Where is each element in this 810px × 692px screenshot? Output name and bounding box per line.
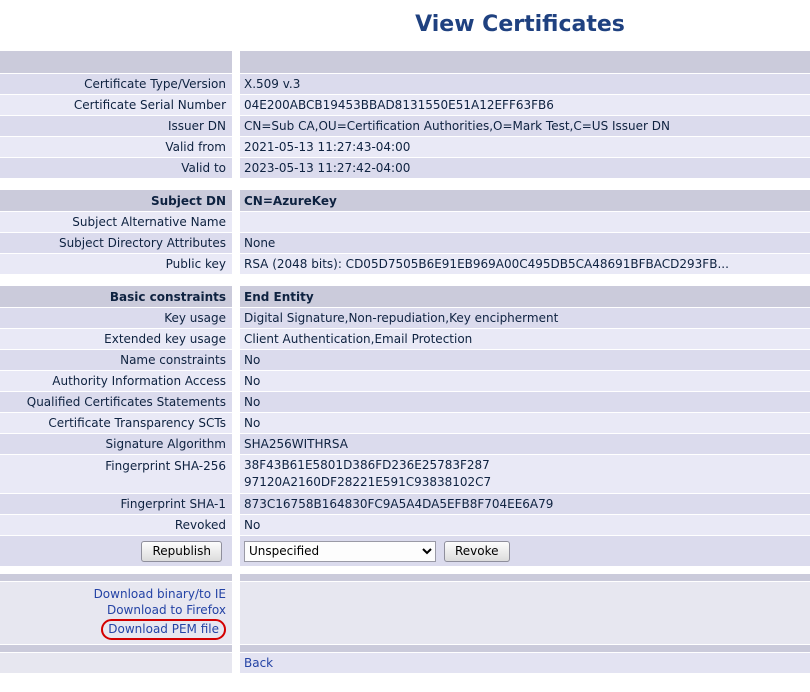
field-value (240, 212, 810, 232)
field-label: Basic constraints (0, 286, 232, 307)
field-label: Valid from (0, 137, 232, 157)
table-row: Certificate Type/Version X.509 v.3 (0, 74, 810, 94)
back-row: Back (0, 653, 810, 673)
field-label: Subject DN (0, 190, 232, 211)
table-row: Key usage Digital Signature,Non-repudiati… (0, 308, 810, 328)
table-header-band (0, 51, 810, 73)
table-row: Subject Alternative Name (0, 212, 810, 232)
field-label: Fingerprint SHA-1 (0, 494, 232, 514)
separator-row (0, 645, 810, 652)
section-header-row: Basic constraints End Entity (0, 286, 810, 307)
field-label: Certificate Type/Version (0, 74, 232, 94)
field-label: Certificate Serial Number (0, 95, 232, 115)
page-title: View Certificates (0, 12, 810, 37)
table-row: Extended key usage Client Authentication,… (0, 329, 810, 349)
field-value: 873C16758B164830FC9A5A4DA5EFB8F704EE6A79 (240, 494, 810, 514)
actions-row: Republish Unspecified Revoke (0, 536, 810, 566)
table-row: Issuer DN CN=Sub CA,OU=Certification Auth… (0, 116, 810, 136)
field-value: No (240, 350, 810, 370)
field-value: CN=Sub CA,OU=Certification Authorities,O… (240, 116, 810, 136)
field-label: Extended key usage (0, 329, 232, 349)
field-value: X.509 v.3 (240, 74, 810, 94)
pem-highlight-oval: Download PEM file (101, 619, 226, 640)
table-row: Valid to 2023-05-13 11:27:42-04:00 (0, 158, 810, 178)
field-value: 04E200ABCB19453BBAD8131550E51A12EFF63FB6 (240, 95, 810, 115)
field-label: Issuer DN (0, 116, 232, 136)
table-row: Certificate Transparency SCTs No (0, 413, 810, 433)
field-label: Signature Algorithm (0, 434, 232, 454)
downloads-row: Download binary/to IEDownload to Firefox… (0, 582, 810, 644)
field-value: No (240, 515, 810, 535)
revoke-button[interactable]: Revoke (444, 541, 510, 562)
download-firefox-link[interactable]: Download to Firefox (107, 602, 226, 618)
table-row: Valid from 2021-05-13 11:27:43-04:00 (0, 137, 810, 157)
field-label: Qualified Certificates Statements (0, 392, 232, 412)
field-value: No (240, 413, 810, 433)
field-label: Public key (0, 254, 232, 274)
field-value: RSA (2048 bits): CD05D7505B6E91EB969A00C… (240, 254, 810, 274)
table-row: Public key RSA (2048 bits): CD05D7505B6E9… (0, 254, 810, 274)
back-link[interactable]: Back (244, 656, 273, 670)
table-row: Revoked No (0, 515, 810, 535)
field-label: Fingerprint SHA-256 (0, 455, 232, 493)
field-label: Authority Information Access (0, 371, 232, 391)
field-value-line: 38F43B61E5801D386FD236E25783F287 (244, 457, 490, 474)
table-row: Name constraints No (0, 350, 810, 370)
field-label: Subject Directory Attributes (0, 233, 232, 253)
field-value: End Entity (240, 286, 810, 307)
field-value: 2023-05-13 11:27:42-04:00 (240, 158, 810, 178)
table-row: Subject Directory Attributes None (0, 233, 810, 253)
download-pem-link[interactable]: Download PEM file (108, 622, 219, 636)
field-value: SHA256WITHRSA (240, 434, 810, 454)
revocation-reason-select[interactable]: Unspecified (244, 541, 436, 562)
field-label: Key usage (0, 308, 232, 328)
download-binary-ie-link[interactable]: Download binary/to IE (94, 586, 226, 602)
section-header-row: Subject DN CN=AzureKey (0, 190, 810, 211)
separator-row (0, 574, 810, 581)
field-value: None (240, 233, 810, 253)
field-value: Client Authentication,Email Protection (240, 329, 810, 349)
republish-button[interactable]: Republish (141, 541, 222, 562)
certificate-details-table: Certificate Type/VersionX.509 v.3Certifi… (0, 51, 810, 673)
field-value-line: 97120A2160DF28221E591C93838102C7 (244, 474, 491, 491)
field-value: No (240, 371, 810, 391)
table-row: Authority Information Access No (0, 371, 810, 391)
field-label: Name constraints (0, 350, 232, 370)
table-row: Signature Algorithm SHA256WITHRSA (0, 434, 810, 454)
table-row: Fingerprint SHA-1 873C16758B164830FC9A5A4… (0, 494, 810, 514)
field-value: CN=AzureKey (240, 190, 810, 211)
field-label: Valid to (0, 158, 232, 178)
field-value: No (240, 392, 810, 412)
field-value: Digital Signature,Non-repudiation,Key en… (240, 308, 810, 328)
field-label: Revoked (0, 515, 232, 535)
field-label: Certificate Transparency SCTs (0, 413, 232, 433)
field-value: 2021-05-13 11:27:43-04:00 (240, 137, 810, 157)
field-label: Subject Alternative Name (0, 212, 232, 232)
table-row: Fingerprint SHA-25638F43B61E5801D386FD23… (0, 455, 810, 493)
table-row: Certificate Serial Number 04E200ABCB19453… (0, 95, 810, 115)
table-row: Qualified Certificates Statements No (0, 392, 810, 412)
field-value: 38F43B61E5801D386FD236E25783F28797120A21… (240, 455, 810, 493)
